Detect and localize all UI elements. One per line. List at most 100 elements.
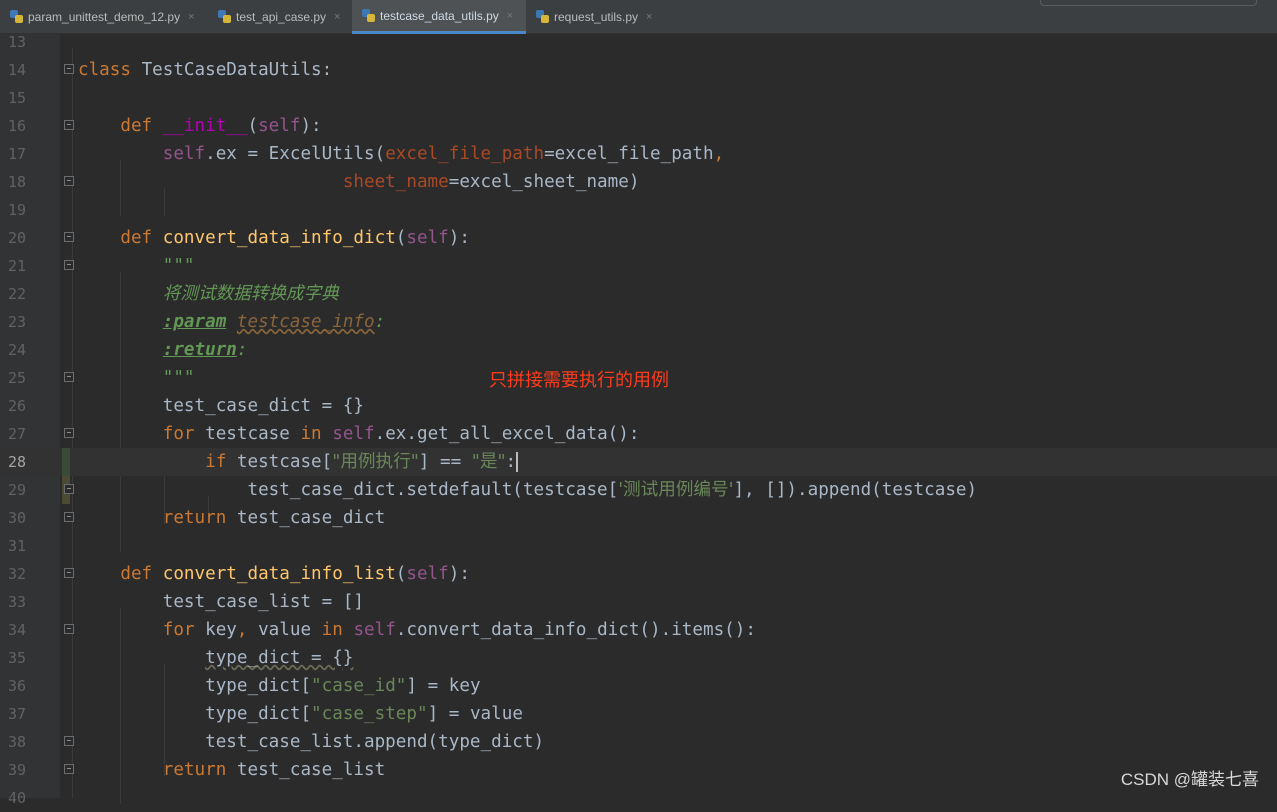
vcs-added-marker[interactable] [62, 448, 70, 476]
line-number: 19 [7, 201, 26, 219]
fold-toggle-icon[interactable] [64, 232, 74, 242]
code-text: for testcase in self.ex.get_all_excel_da… [162, 424, 640, 444]
code-line: 32 def convert_data_info_list(self): [0, 560, 1277, 588]
fold-toggle-icon[interactable] [64, 372, 74, 382]
code-line: 29 test_case_dict.setdefault(testcase['测… [0, 476, 1277, 504]
tab-label: param_unittest_demo_12.py [28, 10, 181, 24]
line-number: 15 [7, 89, 26, 107]
close-icon[interactable]: × [646, 11, 652, 23]
code-text: :param testcase_info: [162, 312, 386, 332]
code-line: 16 def __init__(self): [0, 112, 1277, 140]
line-number: 20 [7, 229, 26, 247]
code-line: 37 type_dict["case_step"] = value [0, 700, 1277, 728]
line-number: 35 [7, 649, 26, 667]
code-text: :return: [162, 340, 248, 360]
line-number: 28 [7, 453, 26, 471]
tab-label: test_api_case.py [236, 10, 327, 24]
code-text: """ [162, 368, 195, 388]
line-number: 16 [7, 117, 26, 135]
fold-toggle-icon[interactable] [64, 176, 74, 186]
fold-toggle-icon[interactable] [64, 764, 74, 774]
watermark: CSDN @罐装七喜 [1120, 770, 1259, 789]
close-icon[interactable]: × [507, 10, 513, 22]
line-number: 18 [7, 173, 26, 191]
line-number: 33 [7, 593, 26, 611]
code-text: sheet_name=excel_sheet_name) [342, 172, 640, 192]
code-text: type_dict["case_id"] = key [205, 676, 481, 696]
fold-toggle-icon[interactable] [64, 428, 74, 438]
line-number: 40 [7, 789, 26, 807]
fold-toggle-icon[interactable] [64, 624, 74, 634]
fold-toggle-icon[interactable] [64, 120, 74, 130]
code-line: 23 :param testcase_info: [0, 308, 1277, 336]
line-number: 25 [7, 369, 26, 387]
fold-toggle-icon[interactable] [64, 568, 74, 578]
python-file-icon [536, 10, 550, 24]
code-text: def convert_data_info_dict(self): [120, 228, 470, 248]
code-text: return test_case_dict [162, 508, 386, 528]
code-text: type_dict["case_step"] = value [205, 704, 523, 724]
line-number: 29 [7, 481, 26, 499]
code-line: 20 def convert_data_info_dict(self): [0, 224, 1277, 252]
code-text: test_case_dict.setdefault(testcase['测试用例… [247, 480, 978, 500]
code-line: 35 type_dict = {} [0, 644, 1277, 672]
code-line: 31 [0, 532, 1277, 560]
text-caret [516, 452, 519, 472]
code-text: def __init__(self): [120, 116, 322, 136]
code-line: 40 [0, 784, 1277, 812]
code-line-current: 28 if testcase["用例执行"] == "是": [0, 448, 1277, 476]
fold-toggle-icon[interactable] [64, 512, 74, 522]
code-line: 30 return test_case_dict [0, 504, 1277, 532]
line-number: 38 [7, 733, 26, 751]
line-number: 13 [7, 33, 26, 51]
fold-toggle-icon[interactable] [64, 64, 74, 74]
code-text: test_case_dict = {} [162, 396, 365, 416]
line-number: 22 [7, 285, 26, 303]
code-text: class TestCaseDataUtils: [78, 60, 333, 80]
tab-label: request_utils.py [554, 10, 639, 24]
line-number: 31 [7, 537, 26, 555]
line-number: 30 [7, 509, 26, 527]
code-line: 21 """ [0, 252, 1277, 280]
code-text: 将测试数据转换成字典 [162, 284, 339, 304]
line-number: 14 [7, 61, 26, 79]
line-number: 37 [7, 705, 26, 723]
fold-toggle-icon[interactable] [64, 736, 74, 746]
fold-toggle-icon[interactable] [64, 484, 74, 494]
close-icon[interactable]: × [188, 11, 194, 23]
code-line: 26 test_case_dict = {} [0, 392, 1277, 420]
code-text: for key, value in self.convert_data_info… [162, 620, 756, 640]
code-line: 39 return test_case_list [0, 756, 1277, 784]
line-number: 23 [7, 313, 26, 331]
code-text: type_dict = {} [205, 648, 354, 668]
line-number: 21 [7, 257, 26, 275]
code-line: 36 type_dict["case_id"] = key [0, 672, 1277, 700]
line-number: 39 [7, 761, 26, 779]
line-number: 32 [7, 565, 26, 583]
code-line: 17 self.ex = ExcelUtils(excel_file_path=… [0, 140, 1277, 168]
close-icon[interactable]: × [334, 11, 340, 23]
code-text: """ [162, 256, 195, 276]
code-text: test_case_list.append(type_dict) [205, 732, 545, 752]
line-number: 26 [7, 397, 26, 415]
line-number: 34 [7, 621, 26, 639]
code-text: test_case_list = [] [162, 592, 365, 612]
code-line: 19 [0, 196, 1277, 224]
code-text: if testcase["用例执行"] == "是": [205, 452, 519, 472]
code-line: 14 class TestCaseDataUtils: [0, 56, 1277, 84]
code-editor[interactable]: 13 14 class TestCaseDataUtils: 15 16 def… [0, 33, 1277, 807]
line-number: 27 [7, 425, 26, 443]
line-number: 17 [7, 145, 26, 163]
code-text: return test_case_list [162, 760, 386, 780]
line-number: 24 [7, 341, 26, 359]
fold-toggle-icon[interactable] [64, 260, 74, 270]
code-line: 33 test_case_list = [] [0, 588, 1277, 616]
code-line: 27 for testcase in self.ex.get_all_excel… [0, 420, 1277, 448]
code-line: 38 test_case_list.append(type_dict) [0, 728, 1277, 756]
code-line: 22 将测试数据转换成字典 [0, 280, 1277, 308]
python-file-icon [362, 8, 376, 23]
code-line: 34 for key, value in self.convert_data_i… [0, 616, 1277, 644]
python-file-icon [218, 10, 232, 24]
code-text: def convert_data_info_list(self): [120, 564, 470, 584]
search-field-edge[interactable] [1040, 0, 1257, 6]
